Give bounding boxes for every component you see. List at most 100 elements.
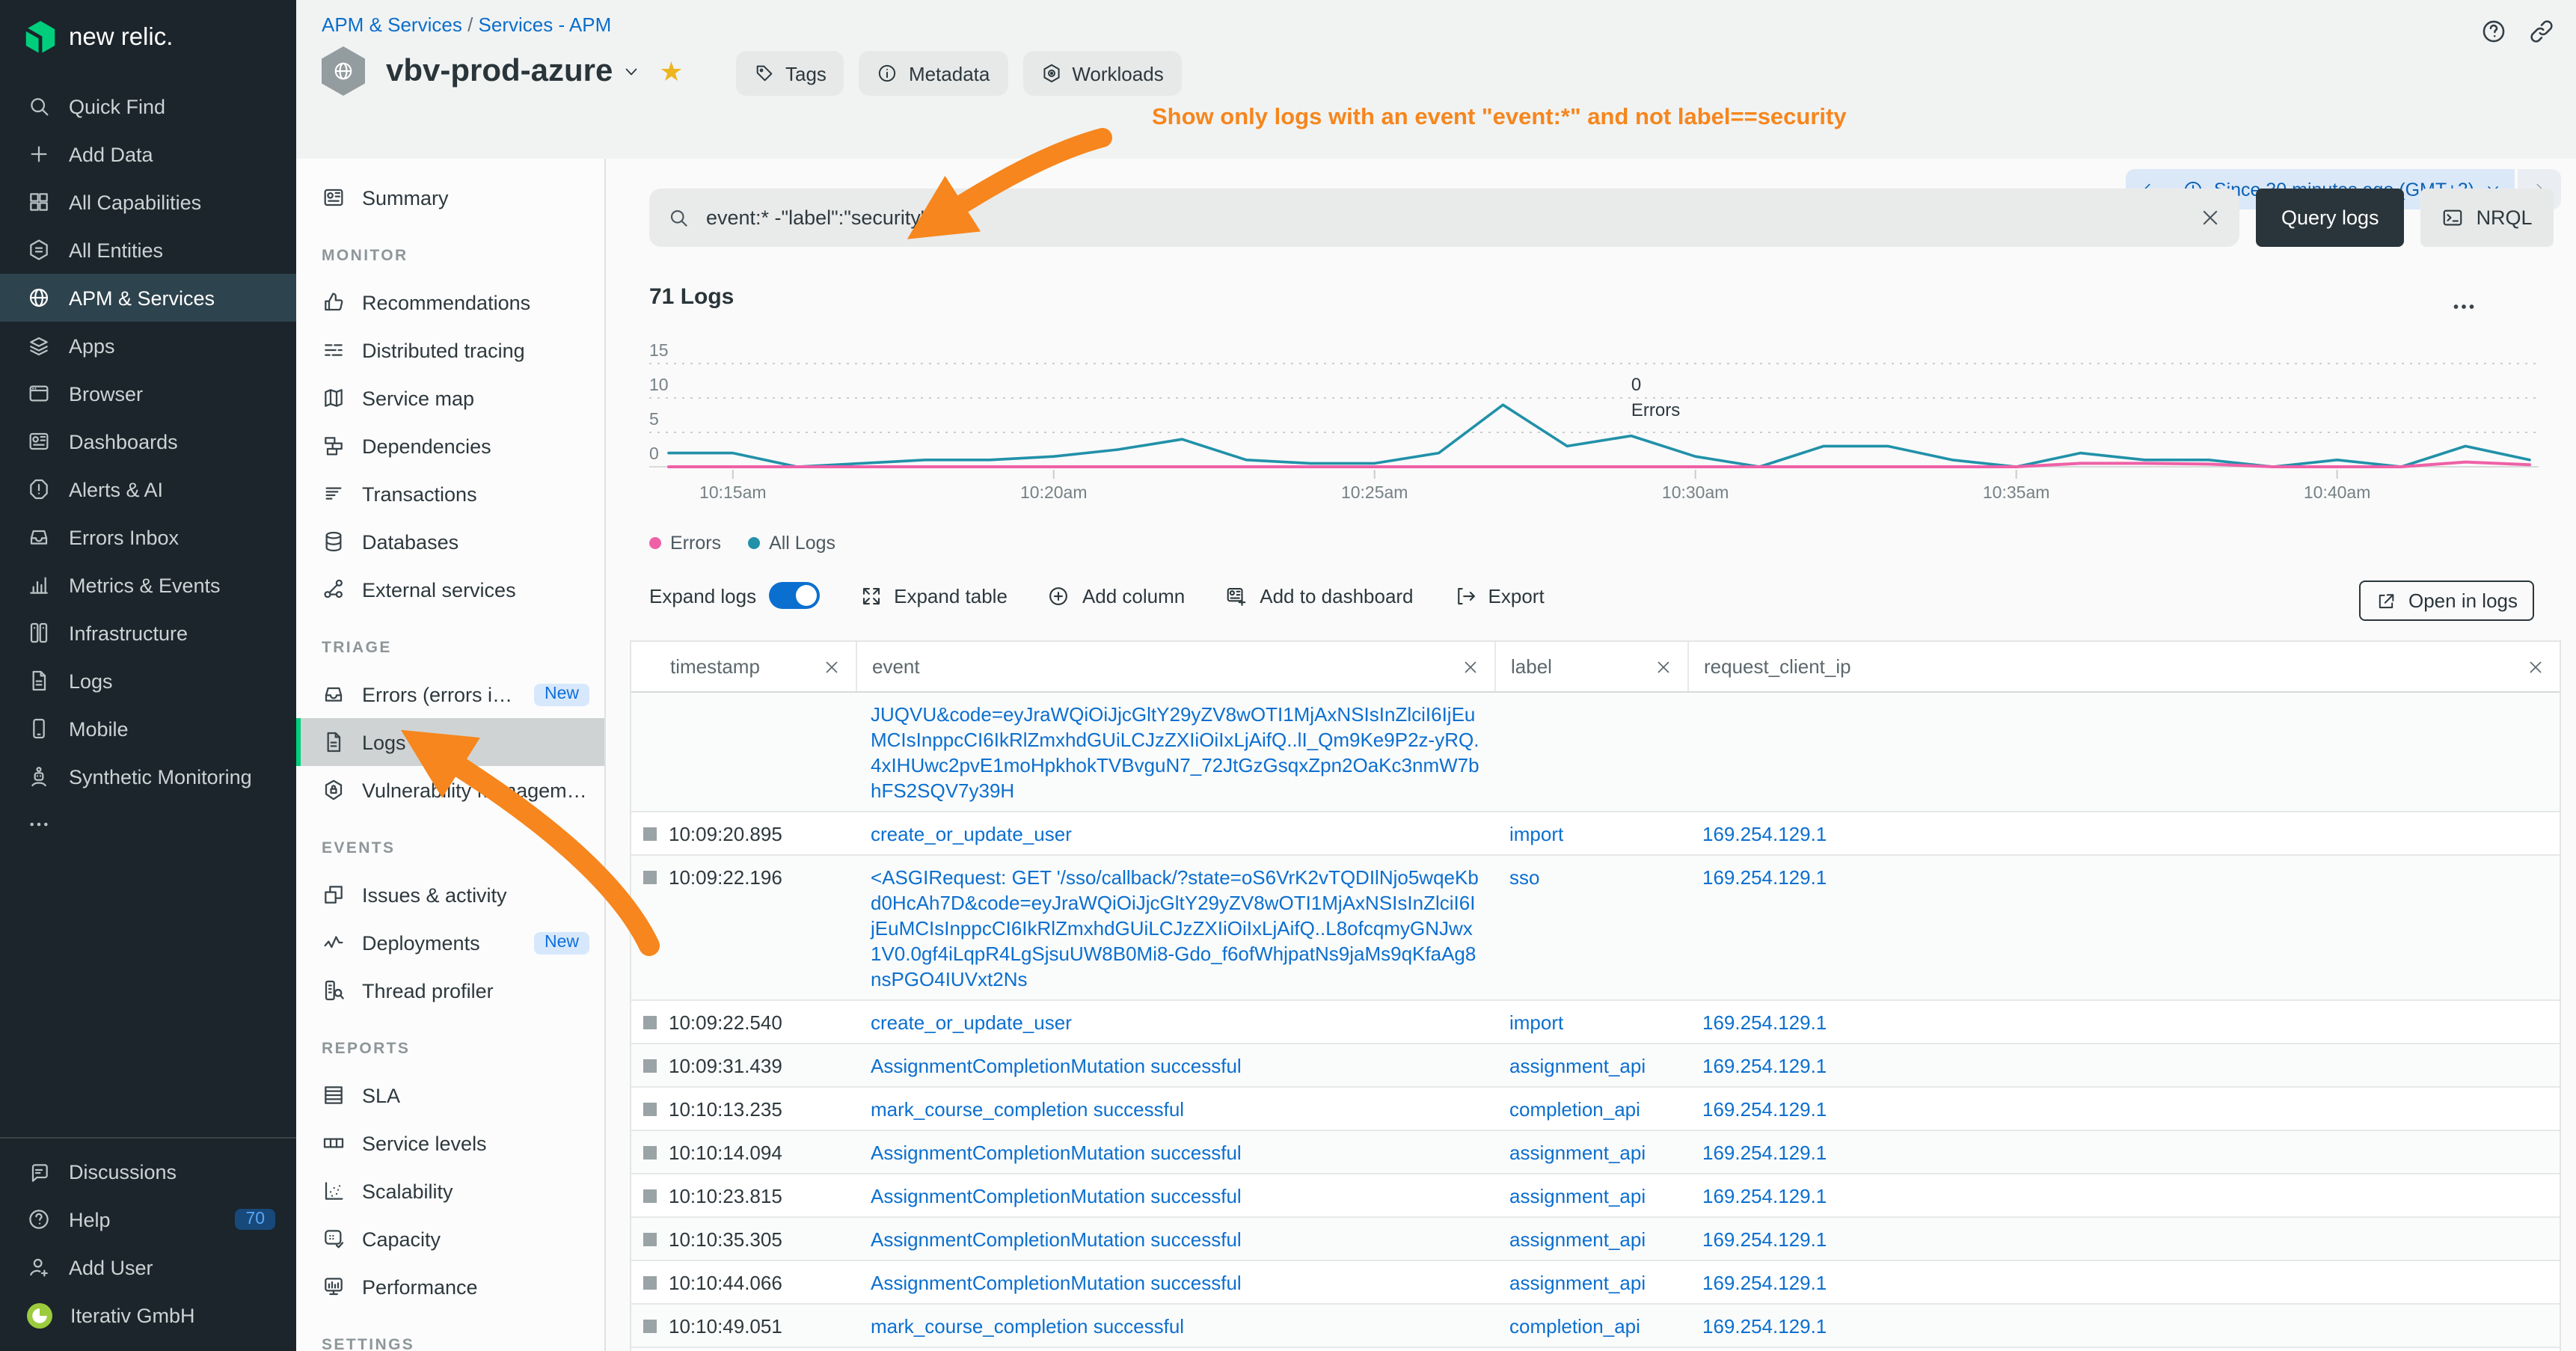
metadata-button[interactable]: Metadata	[859, 51, 1008, 96]
sidebar-item-all-entities[interactable]: All Entities	[0, 226, 296, 274]
nav-item-dependencies[interactable]: Dependencies	[296, 422, 604, 470]
request-client-ip-link[interactable]: 169.254.129.1	[1702, 1185, 1827, 1207]
workloads-button[interactable]: Workloads	[1022, 51, 1181, 96]
clear-search-icon[interactable]	[2199, 206, 2221, 229]
label-link[interactable]: completion_api	[1509, 1315, 1640, 1338]
row-select-square[interactable]	[643, 871, 657, 884]
nav-item-summary[interactable]: Summary	[296, 174, 604, 221]
export-button[interactable]: Export	[1454, 584, 1545, 607]
sidebar-footer-add-user[interactable]: Add User	[0, 1243, 296, 1291]
event-link[interactable]: <ASGIRequest: GET '/sso/callback/?state=…	[871, 866, 1479, 990]
open-in-logs-button[interactable]: Open in logs	[2359, 580, 2534, 621]
row-select-square[interactable]	[643, 1059, 657, 1073]
nav-item-external-services[interactable]: External services	[296, 566, 604, 613]
row-select-square[interactable]	[643, 1016, 657, 1029]
sidebar-item-all-capabilities[interactable]: All Capabilities	[0, 178, 296, 226]
help-circle-icon[interactable]	[2480, 18, 2507, 45]
sidebar-footer-discussions[interactable]: Discussions	[0, 1148, 296, 1195]
request-client-ip-link[interactable]: 169.254.129.1	[1702, 1011, 1827, 1034]
entity-title-chevron-icon[interactable]	[622, 62, 640, 80]
sidebar-footer-iterativ-gmbh[interactable]: Iterativ GmbH	[0, 1291, 296, 1339]
event-link[interactable]: mark_course_completion successful	[871, 1098, 1184, 1121]
nav-item-recommendations[interactable]: Recommendations	[296, 278, 604, 326]
add-column-button[interactable]: Add column	[1048, 584, 1185, 607]
label-link[interactable]: assignment_api	[1509, 1185, 1646, 1207]
row-select-square[interactable]	[643, 827, 657, 841]
nav-item-service-levels[interactable]: Service levels	[296, 1119, 604, 1167]
nav-item-distributed-tracing[interactable]: Distributed tracing	[296, 326, 604, 374]
legend-errors[interactable]: Errors	[649, 533, 721, 554]
new-relic-logo[interactable]: new relic.	[0, 0, 296, 82]
nav-item-logs[interactable]: Logs	[296, 718, 604, 766]
chart-menu-icon[interactable]	[2450, 293, 2477, 320]
sidebar-item-apm-services[interactable]: APM & Services	[0, 274, 296, 322]
expand-logs-toggle[interactable]	[768, 582, 819, 609]
sidebar-item-add-data[interactable]: Add Data	[0, 130, 296, 178]
sidebar-item-dashboards[interactable]: Dashboards	[0, 417, 296, 465]
breadcrumb-apm-services[interactable]: APM & Services	[322, 13, 462, 36]
nav-item-performance[interactable]: Performance	[296, 1263, 604, 1311]
nrql-button[interactable]: NRQL	[2421, 189, 2554, 247]
add-to-dashboard-button[interactable]: Add to dashboard	[1225, 584, 1413, 607]
event-link[interactable]: AssignmentCompletionMutation successful	[871, 1055, 1242, 1077]
request-client-ip-link[interactable]: 169.254.129.1	[1702, 1315, 1827, 1338]
request-client-ip-link[interactable]: 169.254.129.1	[1702, 1272, 1827, 1294]
event-link[interactable]: JUQVU&code=eyJraWQiOiJjcGltY29yZV8wOTI1M…	[871, 703, 1479, 802]
request-client-ip-link[interactable]: 169.254.129.1	[1702, 866, 1827, 889]
column-header-request_client_ip[interactable]: request_client_ip	[1687, 642, 2560, 691]
sidebar-item-alerts-ai[interactable]: Alerts & AI	[0, 465, 296, 513]
label-link[interactable]: import	[1509, 823, 1563, 845]
sidebar-item-mobile[interactable]: Mobile	[0, 705, 296, 753]
request-client-ip-link[interactable]: 169.254.129.1	[1702, 823, 1827, 845]
event-link[interactable]: AssignmentCompletionMutation successful	[871, 1185, 1242, 1207]
request-client-ip-link[interactable]: 169.254.129.1	[1702, 1055, 1827, 1077]
entity-title[interactable]: vbv-prod-azure	[386, 53, 613, 89]
remove-column-icon[interactable]	[823, 658, 841, 676]
sidebar-item-quick-find[interactable]: Quick Find	[0, 82, 296, 130]
event-link[interactable]: mark_course_completion successful	[871, 1315, 1184, 1338]
label-link[interactable]: import	[1509, 1011, 1563, 1034]
expand-table-button[interactable]: Expand table	[859, 584, 1008, 607]
row-select-square[interactable]	[643, 1233, 657, 1246]
sidebar-item-browser[interactable]: Browser	[0, 370, 296, 417]
nav-item-errors-errors-inb-[interactable]: Errors (errors inb...New	[296, 670, 604, 718]
column-header-label[interactable]: label	[1494, 642, 1687, 691]
nav-item-issues-activity[interactable]: Issues & activity	[296, 871, 604, 919]
request-client-ip-link[interactable]: 169.254.129.1	[1702, 1228, 1827, 1251]
sidebar-item-apps[interactable]: Apps	[0, 322, 296, 370]
nav-item-sla[interactable]: SLA	[296, 1071, 604, 1119]
event-link[interactable]: AssignmentCompletionMutation successful	[871, 1272, 1242, 1294]
sidebar-item-more[interactable]	[0, 800, 296, 848]
sidebar-footer-help[interactable]: Help70	[0, 1195, 296, 1243]
legend-all-logs[interactable]: All Logs	[748, 533, 835, 554]
column-header-event[interactable]: event	[856, 642, 1494, 691]
nav-item-transactions[interactable]: Transactions	[296, 470, 604, 518]
row-select-square[interactable]	[643, 1146, 657, 1159]
nav-item-scalability[interactable]: Scalability	[296, 1167, 604, 1215]
nav-item-thread-profiler[interactable]: Thread profiler	[296, 966, 604, 1014]
nav-item-vulnerability-management[interactable]: Vulnerability Management	[296, 766, 604, 814]
label-link[interactable]: assignment_api	[1509, 1142, 1646, 1164]
row-select-square[interactable]	[643, 1103, 657, 1116]
query-logs-button[interactable]: Query logs	[2256, 189, 2405, 247]
label-link[interactable]: assignment_api	[1509, 1055, 1646, 1077]
event-link[interactable]: AssignmentCompletionMutation successful	[871, 1228, 1242, 1251]
row-select-square[interactable]	[643, 1320, 657, 1333]
label-link[interactable]: completion_api	[1509, 1098, 1640, 1121]
column-header-timestamp[interactable]: timestamp	[631, 642, 856, 691]
sidebar-item-logs[interactable]: Logs	[0, 657, 296, 705]
event-link[interactable]: AssignmentCompletionMutation successful	[871, 1142, 1242, 1164]
nav-item-deployments[interactable]: DeploymentsNew	[296, 919, 604, 966]
remove-column-icon[interactable]	[1462, 658, 1479, 676]
row-select-square[interactable]	[643, 1276, 657, 1290]
remove-column-icon[interactable]	[2527, 658, 2545, 676]
copy-link-icon[interactable]	[2528, 18, 2555, 45]
row-select-square[interactable]	[643, 1189, 657, 1203]
tags-button[interactable]: Tags	[736, 51, 844, 96]
sidebar-item-metrics-events[interactable]: Metrics & Events	[0, 561, 296, 609]
event-link[interactable]: create_or_update_user	[871, 823, 1072, 845]
sidebar-item-synthetic-monitoring[interactable]: Synthetic Monitoring	[0, 753, 296, 800]
request-client-ip-link[interactable]: 169.254.129.1	[1702, 1098, 1827, 1121]
request-client-ip-link[interactable]: 169.254.129.1	[1702, 1142, 1827, 1164]
favorite-star-icon[interactable]: ★	[659, 58, 683, 85]
